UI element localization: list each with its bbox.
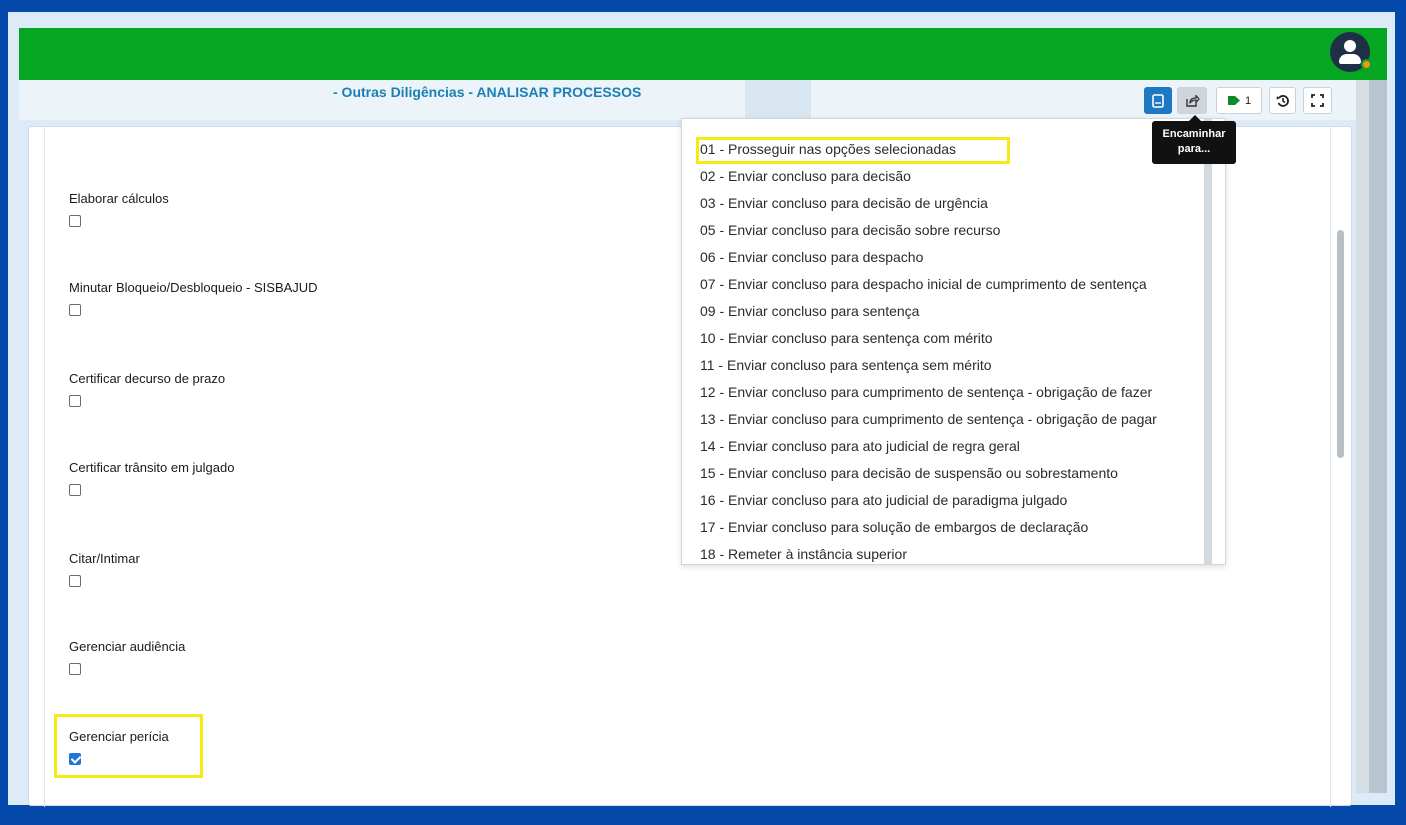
- dropdown-scrollbar[interactable]: [1204, 119, 1212, 564]
- option-label: Elaborar cálculos: [69, 191, 169, 206]
- top-header-bar: [19, 28, 1387, 80]
- menu-item[interactable]: 18 - Remeter à instância superior: [700, 546, 907, 562]
- tag-icon: [1227, 96, 1240, 105]
- forward-dropdown-menu: 01 - Prosseguir nas opções selecionadas …: [681, 118, 1226, 565]
- option-checkbox[interactable]: [69, 215, 81, 227]
- menu-item[interactable]: 05 - Enviar concluso para decisão sobre …: [700, 222, 1000, 238]
- menu-item[interactable]: 10 - Enviar concluso para sentença com m…: [700, 330, 993, 346]
- menu-item[interactable]: 16 - Enviar concluso para ato judicial d…: [700, 492, 1067, 508]
- option-gerenciar-audiencia: Gerenciar audiência: [69, 639, 185, 675]
- option-checkbox[interactable]: [69, 575, 81, 587]
- fullscreen-button[interactable]: [1303, 87, 1332, 114]
- user-avatar-icon[interactable]: [1330, 32, 1372, 72]
- highlight-box-menu-item: [696, 137, 1010, 164]
- document-icon: [1152, 93, 1164, 108]
- menu-item[interactable]: 09 - Enviar concluso para sentença: [700, 303, 919, 319]
- menu-item[interactable]: 17 - Enviar concluso para solução de emb…: [700, 519, 1088, 535]
- option-minutar-bloqueio: Minutar Bloqueio/Desbloqueio - SISBAJUD: [69, 280, 318, 316]
- history-button[interactable]: [1269, 87, 1296, 114]
- option-label: Certificar trânsito em julgado: [69, 460, 235, 475]
- fullscreen-icon: [1311, 94, 1324, 107]
- menu-item[interactable]: 15 - Enviar concluso para decisão de sus…: [700, 465, 1118, 481]
- task-toolbar: - Outras Diligências - ANALISAR PROCESSO…: [19, 80, 1356, 120]
- panel-divider-right: [1330, 127, 1331, 807]
- option-checkbox[interactable]: [69, 663, 81, 675]
- status-dot: [1361, 59, 1372, 70]
- panel-divider: [44, 127, 45, 807]
- tag-count: 1: [1244, 94, 1252, 107]
- toolbar-shade: [745, 80, 811, 120]
- option-citar-intimar: Citar/Intimar: [69, 551, 140, 587]
- menu-item[interactable]: 12 - Enviar concluso para cumprimento de…: [700, 384, 1152, 400]
- panel-scrollbar-thumb[interactable]: [1337, 230, 1344, 458]
- right-gutter: [1356, 80, 1369, 793]
- menu-item[interactable]: 14 - Enviar concluso para ato judicial d…: [700, 438, 1020, 454]
- tags-button[interactable]: 1: [1216, 87, 1262, 114]
- highlight-box-pericia: [54, 714, 203, 778]
- forward-button[interactable]: [1177, 87, 1207, 114]
- menu-item[interactable]: 02 - Enviar concluso para decisão: [700, 168, 911, 184]
- history-icon: [1276, 94, 1289, 107]
- forward-tooltip: Encaminhar para...: [1152, 115, 1236, 164]
- menu-item[interactable]: 07 - Enviar concluso para despacho inici…: [700, 276, 1147, 292]
- option-checkbox[interactable]: [69, 304, 81, 316]
- option-checkbox[interactable]: [69, 395, 81, 407]
- task-title: - Outras Diligências - ANALISAR PROCESSO…: [333, 84, 642, 100]
- menu-item[interactable]: 13 - Enviar concluso para cumprimento de…: [700, 411, 1157, 427]
- option-label: Citar/Intimar: [69, 551, 140, 566]
- option-certificar-decurso: Certificar decurso de prazo: [69, 371, 225, 407]
- page-scroll-track[interactable]: [1369, 80, 1387, 793]
- avatar-head: [1344, 40, 1356, 52]
- menu-item[interactable]: 06 - Enviar concluso para despacho: [700, 249, 923, 265]
- option-label: Certificar decurso de prazo: [69, 371, 226, 386]
- option-certificar-transito: Certificar trânsito em julgado: [69, 460, 234, 496]
- option-label: Gerenciar audiência: [69, 639, 186, 654]
- option-elaborar-calculos: Elaborar cálculos: [69, 191, 169, 227]
- avatar-body: [1339, 54, 1361, 64]
- option-checkbox[interactable]: [69, 484, 81, 496]
- menu-item[interactable]: 03 - Enviar concluso para decisão de urg…: [700, 195, 988, 211]
- menu-item[interactable]: 11 - Enviar concluso para sentença sem m…: [700, 357, 992, 373]
- option-label: Minutar Bloqueio/Desbloqueio - SISBAJUD: [69, 280, 318, 295]
- share-forward-icon: [1185, 94, 1200, 107]
- document-button[interactable]: [1144, 87, 1172, 114]
